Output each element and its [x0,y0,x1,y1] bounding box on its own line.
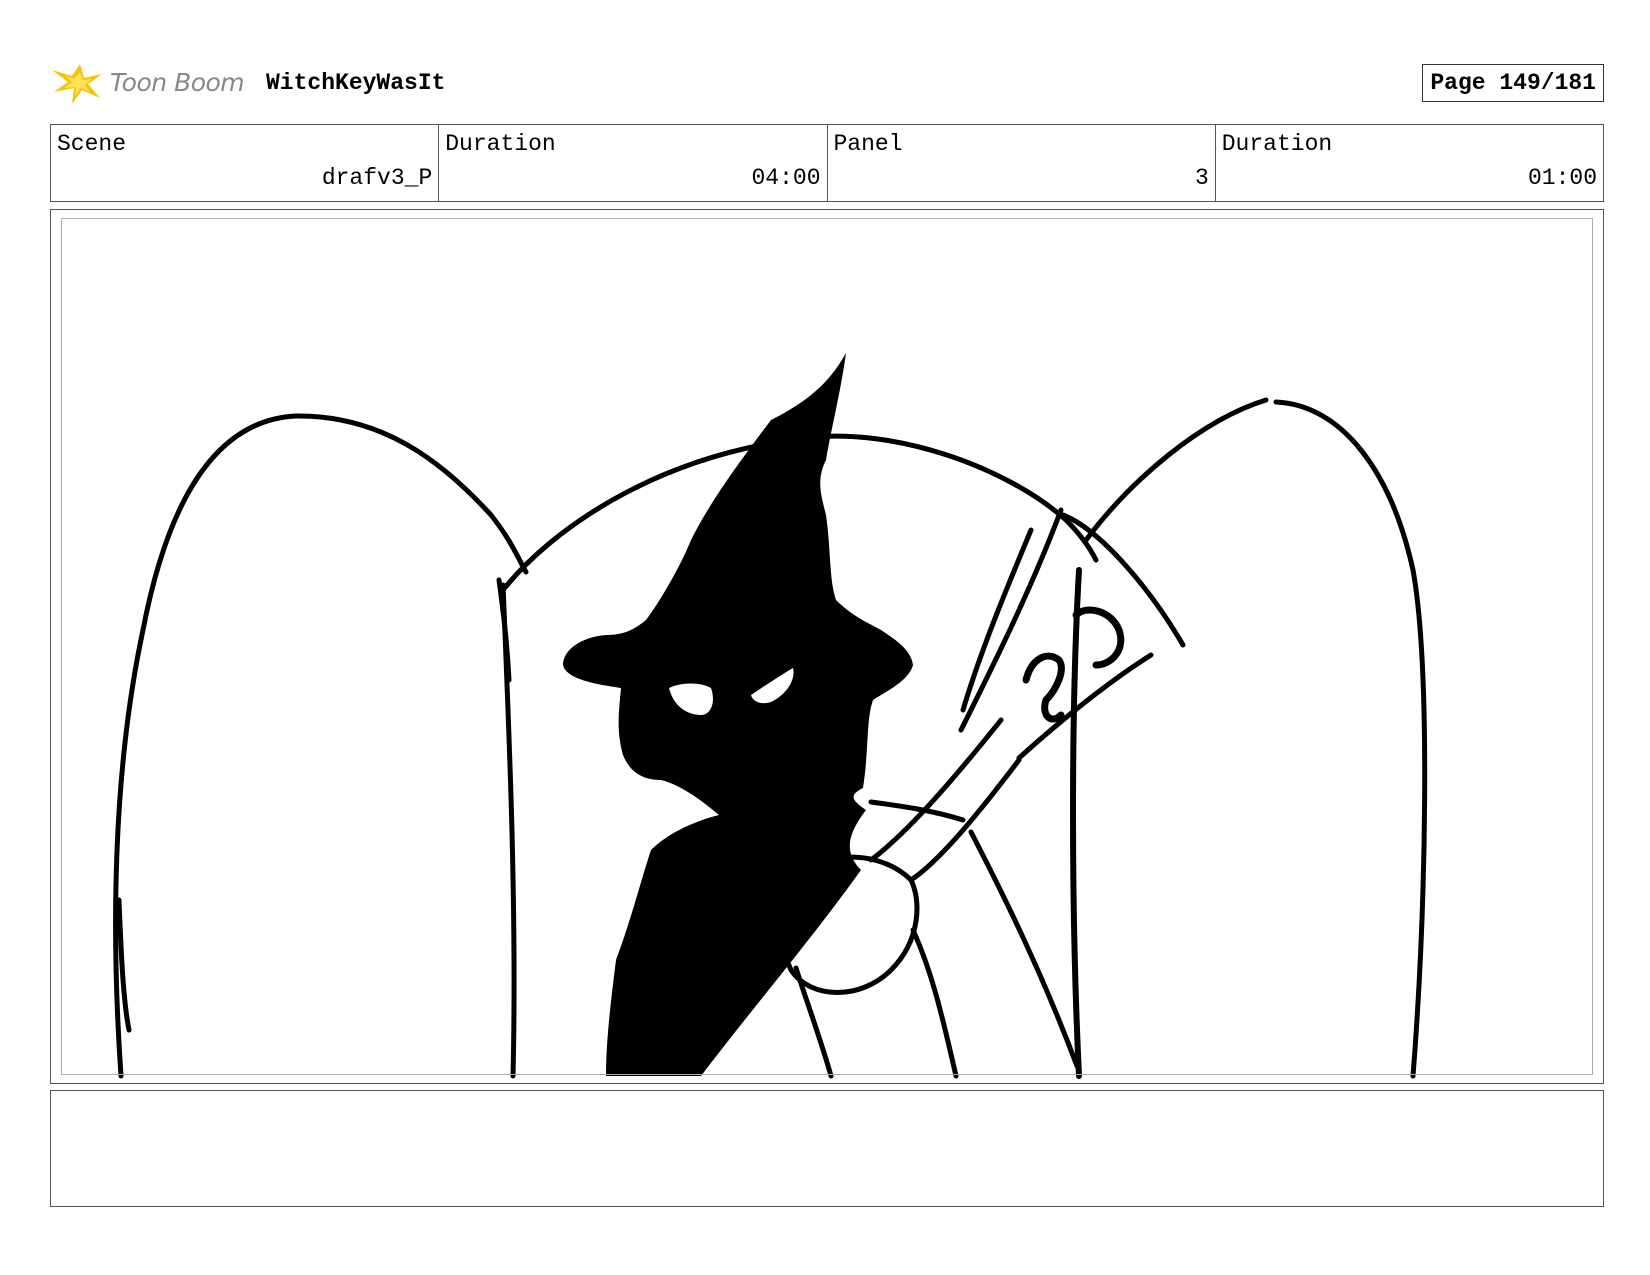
panel-value: 3 [1194,165,1209,191]
toon-boom-logo: Toon Boom [50,60,250,106]
scene-duration-value: 04:00 [751,165,821,191]
page-number: Page 149/181 [1422,64,1604,102]
page-header: Toon Boom WitchKeyWasIt Page 149/181 [50,58,1604,108]
safe-area-frame [61,218,1593,1075]
scene-label: Scene [57,131,127,157]
scene-duration-cell: Duration 04:00 [439,125,828,201]
panel-cell: Panel 3 [828,125,1216,201]
project-title: WitchKeyWasIt [266,70,446,96]
panel-duration-label: Duration [1221,131,1333,157]
panel-duration-cell: Duration 01:00 [1216,125,1603,201]
panel-label: Panel [833,131,903,157]
scene-value: drafv3_P [321,165,433,191]
storyboard-panel [50,209,1604,1084]
panel-notes[interactable] [50,1090,1604,1207]
starburst-icon [52,64,102,104]
scene-cell: Scene drafv3_P [51,125,440,201]
scene-info-table: Scene drafv3_P Duration 04:00 Panel 3 Du… [50,124,1604,202]
panel-duration-value: 01:00 [1527,165,1597,191]
scene-duration-label: Duration [445,131,556,157]
logo-text: Toon Boom [110,68,245,97]
